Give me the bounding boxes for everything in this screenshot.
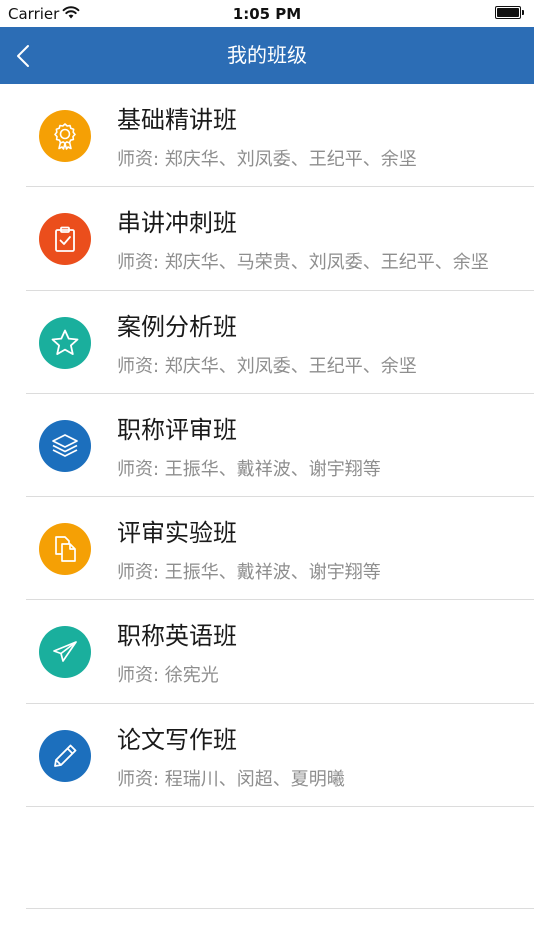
class-title: 评审实验班 [117,519,237,548]
class-row-thesis[interactable]: 论文写作班 师资: 程瑞川、闵超、夏明曦 [0,704,534,808]
class-teachers: 师资: 王振华、戴祥波、谢宇翔等 [117,562,381,584]
class-teachers: 师资: 徐宪光 [117,665,219,687]
star-icon [39,316,91,369]
class-row-title-review[interactable]: 职称评审班 师资: 王振华、戴祥波、谢宇翔等 [0,394,534,498]
class-row-sprint[interactable]: 串讲冲刺班 师资: 郑庆华、马荣贵、刘凤委、王纪平、余坚 [0,187,534,291]
class-row-review-experiment[interactable]: 评审实验班 师资: 王振华、戴祥波、谢宇翔等 [0,497,534,601]
class-title: 串讲冲刺班 [117,209,237,238]
status-bar: Carrier 1:05 PM [0,0,534,27]
class-title: 职称英语班 [117,622,237,651]
class-title: 基础精讲班 [117,106,237,134]
navigation-bar: 我的班级 [0,27,534,84]
divider [26,908,534,909]
class-title: 案例分析班 [117,312,237,341]
class-list: 基础精讲班 师资: 郑庆华、刘凤委、王纪平、余坚 串讲冲刺班 师资: 郑庆华、马… [0,84,534,808]
class-title: 职称评审班 [117,415,237,444]
page-title: 我的班级 [227,43,307,67]
class-row-basic[interactable]: 基础精讲班 师资: 郑庆华、刘凤委、王纪平、余坚 [0,84,534,188]
documents-icon [39,523,91,576]
class-teachers: 师资: 郑庆华、刘凤委、王纪平、余坚 [117,149,417,170]
class-row-case-analysis[interactable]: 案例分析班 师资: 郑庆华、刘凤委、王纪平、余坚 [0,291,534,395]
clipboard-check-icon [39,213,91,266]
pencil-icon [39,729,91,782]
class-title: 论文写作班 [117,725,237,754]
paper-plane-icon [39,626,91,679]
status-time: 1:05 PM [232,5,302,23]
layers-icon [39,419,91,472]
class-teachers: 师资: 郑庆华、马荣贵、刘凤委、王纪平、余坚 [117,252,489,274]
class-teachers: 师资: 程瑞川、闵超、夏明曦 [117,768,345,790]
award-badge-icon [39,110,91,162]
class-teachers: 师资: 王振华、戴祥波、谢宇翔等 [117,458,381,480]
class-teachers: 师资: 郑庆华、刘凤委、王纪平、余坚 [117,355,417,377]
class-row-english[interactable]: 职称英语班 师资: 徐宪光 [0,600,534,705]
battery-icon [495,6,525,19]
